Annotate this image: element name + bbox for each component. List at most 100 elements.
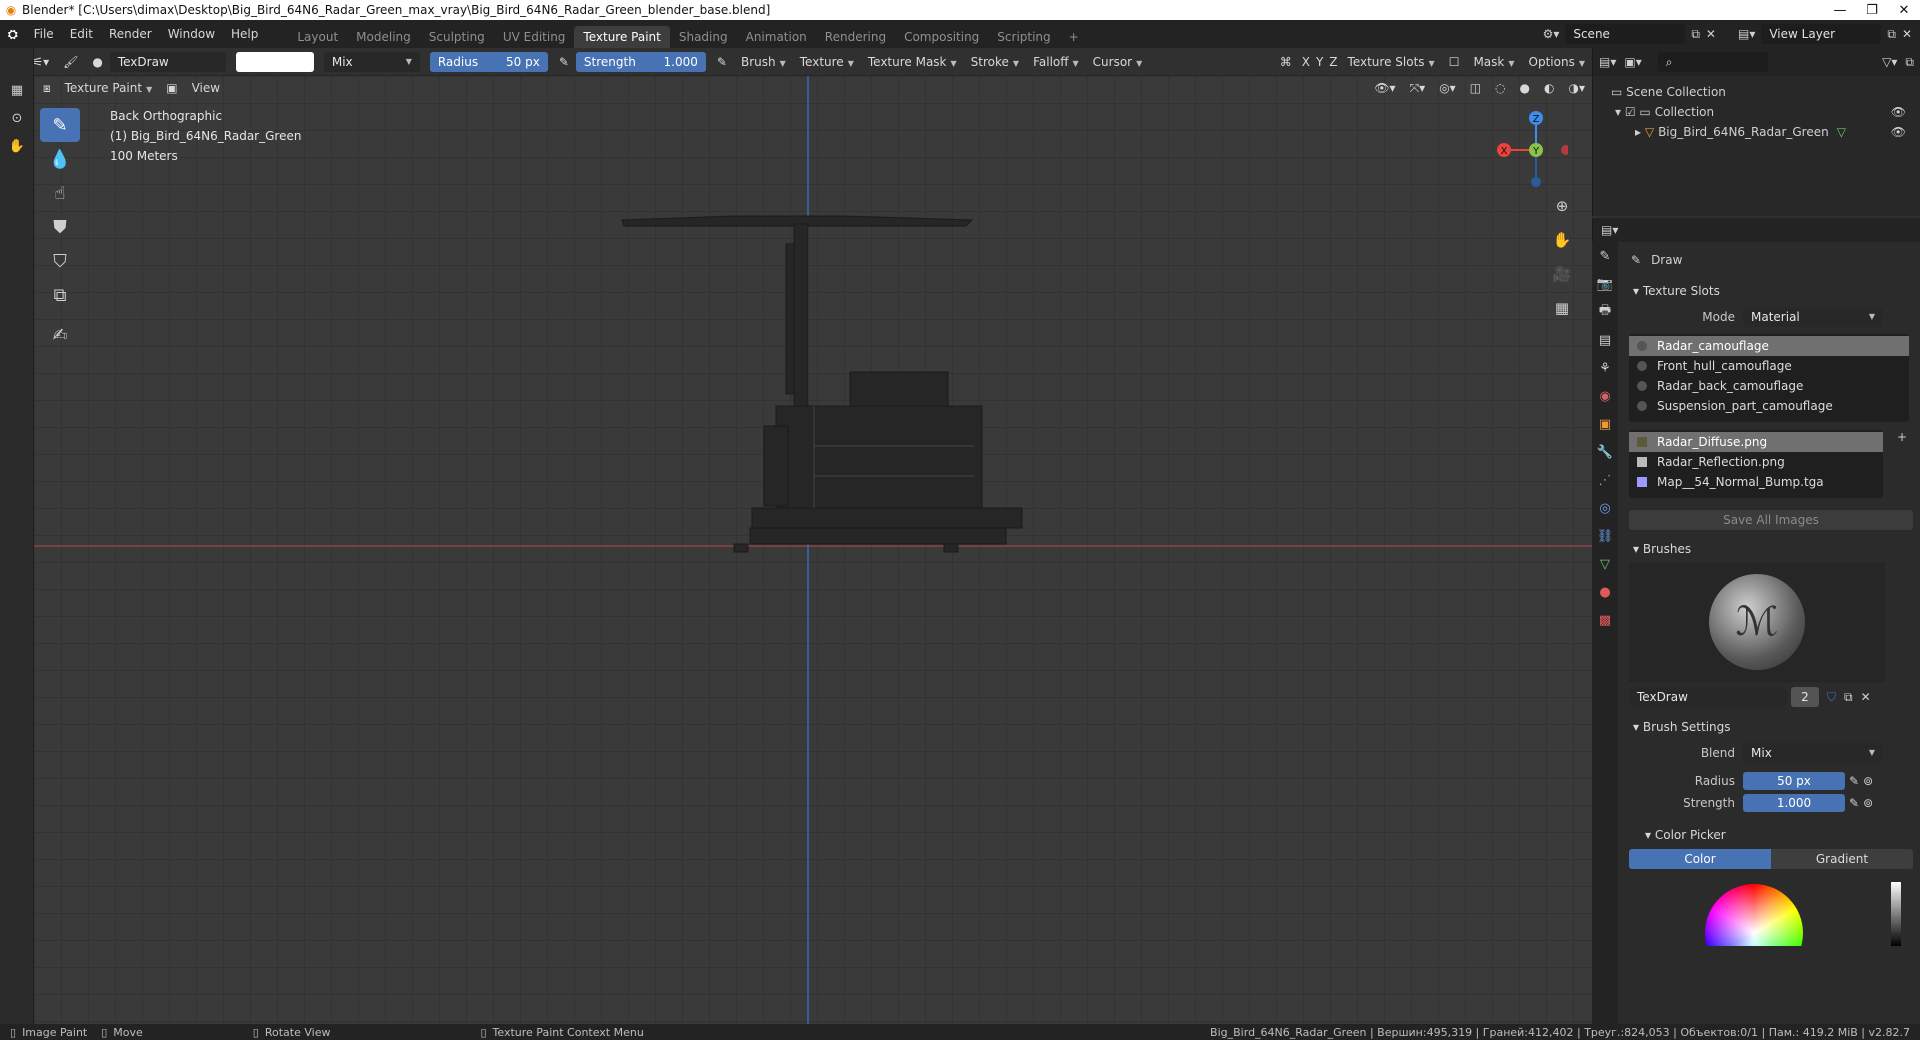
view-layer-icon[interactable]: ▤▾: [1738, 27, 1755, 41]
tool-tab-icon[interactable]: ✎: [1592, 242, 1618, 270]
3d-viewport[interactable]: [34, 76, 1592, 1024]
menu-view[interactable]: View: [185, 81, 227, 95]
eye-icon[interactable]: 👁: [1891, 122, 1920, 142]
tab-animation[interactable]: Animation: [737, 26, 816, 48]
expand-icon[interactable]: ▾ ☑ ▭: [1615, 102, 1651, 122]
new-collection-icon[interactable]: ⧉: [1905, 55, 1920, 70]
color-picker-panel-header[interactable]: ▾ Color Picker: [1623, 822, 1919, 848]
close-icon[interactable]: ✕: [1888, 3, 1920, 18]
constraints-tab-icon[interactable]: ⛓: [1592, 522, 1618, 550]
fill-tool-icon[interactable]: ⛉: [40, 244, 80, 278]
gradient-tab[interactable]: Gradient: [1771, 849, 1913, 869]
radius-pressure-icon[interactable]: ✎: [552, 55, 576, 69]
object-expand-icon[interactable]: ▸ ▽: [1635, 122, 1654, 142]
tab-scripting[interactable]: Scripting: [988, 26, 1059, 48]
symmetry-icon[interactable]: ⌘: [1273, 55, 1299, 69]
list-item[interactable]: Suspension_part_camouflage: [1629, 396, 1909, 416]
solid-shading-icon[interactable]: ●: [1513, 81, 1537, 95]
blend-dropdown[interactable]: Mix ▼: [1743, 743, 1883, 763]
color-wheel-area[interactable]: [1623, 876, 1919, 946]
brush-preview[interactable]: ℳ: [1629, 562, 1885, 682]
xray-icon[interactable]: ◫: [1463, 81, 1488, 95]
view-layer-tab-icon[interactable]: ▤: [1592, 326, 1618, 354]
radius-unit-icon[interactable]: ⊚: [1863, 774, 1873, 788]
radius-slider[interactable]: 50 px: [1743, 772, 1845, 790]
list-item[interactable]: Radar_camouflage: [1629, 336, 1909, 356]
mask-toggle-icon[interactable]: ▣: [159, 81, 184, 95]
outliner-editor-icon[interactable]: ▤▾: [1599, 55, 1616, 69]
fake-user-shield-icon[interactable]: ⛉: [1823, 690, 1840, 705]
material-tab-icon[interactable]: ●: [1592, 578, 1618, 606]
mirror-z-toggle[interactable]: Z: [1326, 55, 1340, 69]
collection-row[interactable]: ▾ ☑ ▭ Collection 👁: [1611, 102, 1920, 122]
menu-file[interactable]: File: [26, 20, 62, 48]
brush-color-swatch[interactable]: [235, 51, 314, 72]
strength-pressure-icon[interactable]: ✎: [710, 55, 734, 69]
mask-checkbox-icon[interactable]: ☐: [1442, 55, 1467, 69]
duplicate-brush-icon[interactable]: ⧉: [1840, 690, 1857, 705]
draw-tool-icon[interactable]: ✎: [40, 108, 80, 142]
maximize-icon[interactable]: ❐: [1856, 3, 1888, 18]
texture-slots-menu[interactable]: Texture Slots ▼: [1341, 55, 1442, 69]
menu-falloff[interactable]: Falloff ▼: [1026, 55, 1086, 69]
texture-slots-panel-header[interactable]: ▾ Texture Slots: [1623, 278, 1919, 304]
menu-edit[interactable]: Edit: [62, 20, 101, 48]
modifier-tab-icon[interactable]: 🔧: [1592, 438, 1618, 466]
remove-scene-icon[interactable]: ✕: [1706, 27, 1716, 41]
camera-icon[interactable]: 🎥: [1548, 260, 1576, 288]
view-layer-selector[interactable]: View Layer: [1761, 24, 1882, 44]
zoom-icon[interactable]: ⊕: [1548, 192, 1576, 220]
new-view-layer-icon[interactable]: ⧉: [1887, 27, 1896, 42]
scene-tab-icon[interactable]: ⚘: [1592, 354, 1618, 382]
ortho-grid-icon[interactable]: ▦: [1548, 294, 1576, 322]
tab-texture-paint[interactable]: Texture Paint: [574, 26, 670, 48]
editor-icon[interactable]: ▦: [0, 76, 34, 104]
pressure-icon[interactable]: ✎: [1845, 774, 1863, 788]
rendered-shading-icon[interactable]: ◑▾: [1562, 81, 1593, 95]
brush-users-count[interactable]: 2: [1791, 687, 1819, 707]
tab-compositing[interactable]: Compositing: [895, 26, 988, 48]
eye-icon[interactable]: 👁: [1891, 102, 1920, 122]
texture-tab-icon[interactable]: ▩: [1592, 606, 1618, 634]
mask-menu[interactable]: Mask ▼: [1466, 55, 1521, 69]
object-tab-icon[interactable]: ▣: [1592, 410, 1618, 438]
list-item[interactable]: Radar_Diffuse.png: [1629, 432, 1883, 452]
radius-slider[interactable]: Radius 50 px: [429, 51, 548, 72]
tab-layout[interactable]: Layout: [288, 26, 347, 48]
pan-hand-icon[interactable]: ✋: [1548, 226, 1576, 254]
navigation-gizmo[interactable]: Z X Y: [1488, 110, 1568, 190]
tab-uv-editing[interactable]: UV Editing: [494, 26, 575, 48]
render-tab-icon[interactable]: 📷: [1592, 270, 1618, 298]
color-tab[interactable]: Color: [1629, 849, 1771, 869]
material-shading-icon[interactable]: ◐: [1537, 81, 1561, 95]
smear-tool-icon[interactable]: ☝: [40, 176, 80, 210]
mode-dropdown[interactable]: Material ▼: [1743, 307, 1883, 327]
strength-slider[interactable]: 1.000: [1743, 794, 1845, 812]
gizmo-neg-x-icon[interactable]: [1561, 145, 1568, 155]
texture-paint-mode-icon[interactable]: ⧆: [36, 81, 58, 96]
save-all-images-button[interactable]: Save All Images: [1629, 510, 1913, 530]
new-scene-icon[interactable]: ⧉: [1691, 27, 1700, 42]
unlink-brush-icon[interactable]: ✕: [1857, 690, 1875, 704]
remove-view-layer-icon[interactable]: ✕: [1902, 27, 1912, 41]
add-workspace-button[interactable]: +: [1060, 26, 1088, 48]
scene-selector[interactable]: Scene: [1565, 24, 1686, 44]
mirror-y-toggle[interactable]: Y: [1313, 55, 1326, 69]
menu-texture-mask[interactable]: Texture Mask ▼: [861, 55, 964, 69]
mirror-x-toggle[interactable]: X: [1299, 55, 1313, 69]
mode-dropdown[interactable]: Texture Paint ▼: [58, 81, 160, 95]
list-item[interactable]: Radar_Reflection.png: [1629, 452, 1883, 472]
scene-icon[interactable]: ⚙▾: [1543, 27, 1560, 41]
tab-shading[interactable]: Shading: [670, 26, 737, 48]
list-item[interactable]: Map__54_Normal_Bump.tga: [1629, 472, 1883, 492]
wireframe-shading-icon[interactable]: ◌: [1488, 81, 1512, 95]
blender-menu-icon[interactable]: ⛭: [0, 20, 26, 48]
brush-fake-user-icon[interactable]: ●: [85, 55, 109, 69]
visibility-icon[interactable]: 👁▾: [1367, 81, 1402, 95]
menu-help[interactable]: Help: [223, 20, 266, 48]
clone-tool-icon[interactable]: ⛊: [40, 210, 80, 244]
object-row[interactable]: ▸ ▽ Big_Bird_64N6_Radar_Green ▽ 👁: [1611, 122, 1920, 142]
hand-icon[interactable]: ✋: [0, 132, 34, 160]
gizmo-neg-z-icon[interactable]: [1531, 177, 1541, 187]
brush-settings-panel-header[interactable]: ▾ Brush Settings: [1623, 714, 1919, 740]
